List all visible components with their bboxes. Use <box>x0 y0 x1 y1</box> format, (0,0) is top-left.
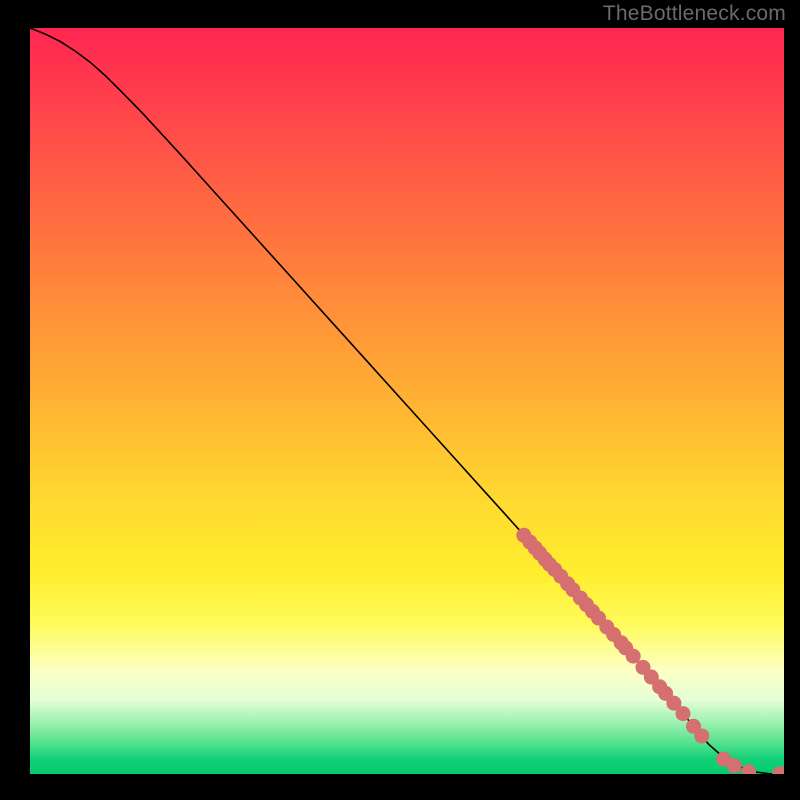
chart-stage: TheBottleneck.com <box>0 0 800 800</box>
data-point <box>675 706 690 721</box>
data-point <box>741 764 756 774</box>
data-point <box>694 728 709 743</box>
bottleneck-curve <box>30 28 784 774</box>
plot-area <box>30 28 784 774</box>
chart-overlay <box>30 28 784 774</box>
data-markers <box>516 528 784 774</box>
watermark-text: TheBottleneck.com <box>603 2 786 26</box>
data-point <box>727 758 742 773</box>
